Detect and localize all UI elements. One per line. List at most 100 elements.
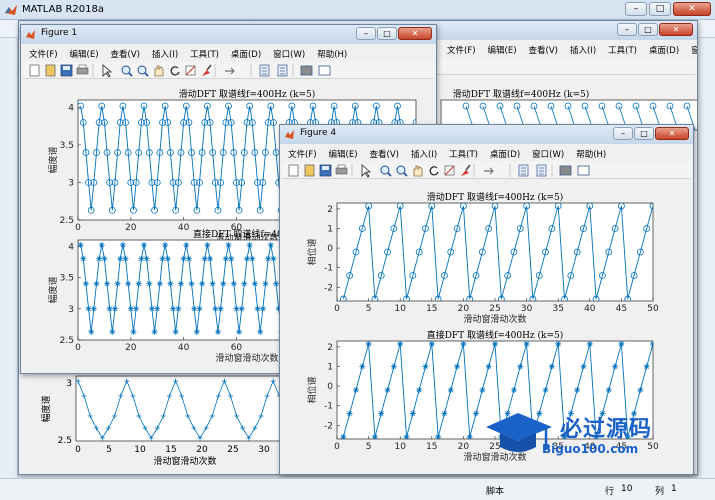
figure-4-plot-1-ylabel: 相位谱 (306, 238, 318, 265)
close-button[interactable]: ✕ (673, 2, 711, 16)
open-file-icon[interactable] (304, 164, 315, 177)
figure-1-plot-2-data-point (204, 242, 211, 248)
figure-1-plot-1-ylabel: 幅度谱 (47, 146, 59, 173)
link-icon[interactable] (484, 167, 494, 175)
pointer-icon[interactable] (102, 64, 113, 78)
figure-1-menu-item-7[interactable]: 帮助(H) (311, 46, 353, 61)
figure-4-menu-item-5[interactable]: 桌面(D) (484, 146, 526, 161)
figure-4-plot-2-ytick-label: -1 (324, 402, 333, 412)
figure-1-minimize-button[interactable]: – (356, 27, 376, 40)
watermark-text: 必过源码 (560, 417, 653, 442)
figure-1-menu-item-0[interactable]: 文件(F) (23, 46, 64, 61)
figure-1-plot-2-data-point (201, 255, 208, 262)
matlab-right-panel (698, 38, 715, 478)
background-xlabel: 滑动窗滑动次数 (153, 455, 216, 467)
background-xtick-label: 20 (196, 445, 208, 455)
insert-colorbar-icon[interactable] (518, 164, 529, 177)
background-figure-menu-item-2[interactable]: 查看(V) (523, 42, 564, 57)
rotate-icon[interactable] (170, 66, 180, 76)
figure-4-toolbar (282, 162, 691, 179)
figure-4-menu-item-3[interactable]: 插入(I) (405, 146, 443, 161)
figure-1-plot-2-data-point (90, 305, 97, 312)
figure-4-close-button[interactable]: ✕ (655, 127, 689, 140)
figure-1-plot-2-data-point (164, 255, 171, 262)
figure-4-menu-bar: 文件(F) 编辑(E) 查看(V) 插入(I) 工具(T) 桌面(D) 窗口(W) 帮助(H) (282, 146, 691, 161)
figure-1-plot-2-data-point (249, 255, 256, 262)
new-file-icon[interactable] (29, 64, 40, 77)
pan-icon[interactable] (154, 65, 164, 77)
brush-icon[interactable] (461, 164, 471, 176)
matlab-desktop: MATLAB R2018a – □ ✕ – □ ✕ 文件(F) 编辑(E) 查看(V… (0, 0, 715, 500)
figure-4-menu-item-1[interactable]: 编辑(E) (323, 146, 364, 161)
figure-4-minimize-button[interactable]: – (613, 127, 633, 140)
maximize-button[interactable]: □ (649, 2, 671, 16)
pan-icon[interactable] (413, 165, 423, 177)
figure-4-plot-2-xtick-label: 5 (366, 442, 372, 452)
figure-1-menu-item-2[interactable]: 查看(V) (105, 46, 146, 61)
background-xtick-label: 30 (258, 445, 270, 455)
hide-tools-icon[interactable] (559, 165, 572, 176)
figure-1-plot-2-data-point (185, 255, 192, 262)
figure-4-plot-1-ytick-label: 0 (327, 244, 333, 254)
insert-legend-icon[interactable] (277, 64, 288, 77)
background-figure-menu-item-6[interactable]: 窗口(W) (685, 42, 697, 57)
figure-1-plot-2-data-point (199, 280, 206, 287)
figure-1-menu-item-3[interactable]: 插入(I) (146, 46, 184, 61)
figure-4-menu-item-6[interactable]: 窗口(W) (526, 146, 570, 161)
bg-figure-maximize-button[interactable]: □ (638, 23, 658, 36)
background-figure-menu-item-1[interactable]: 编辑(E) (482, 42, 523, 57)
rotate-icon[interactable] (429, 166, 439, 176)
figure-1-plot-2-data-point (98, 242, 105, 248)
background-figure-menu-item-0[interactable]: 文件(F) (441, 42, 482, 57)
figure-1-plot-2-data-point (156, 280, 163, 287)
figure-1-plot-2-ytick-label: 3 (68, 305, 74, 315)
background-figure-menu-item-4[interactable]: 工具(T) (602, 42, 643, 57)
zoom-in-icon[interactable] (380, 165, 392, 177)
show-tools-icon[interactable] (577, 165, 590, 176)
print-icon[interactable] (76, 64, 89, 75)
figure-1-menu-item-1[interactable]: 编辑(E) (64, 46, 105, 61)
zoom-out-icon[interactable] (137, 65, 149, 77)
zoom-in-icon[interactable] (121, 65, 133, 77)
figure-4-plot-1-xtick-label: 0 (334, 304, 340, 314)
figure-4-menu-item-7[interactable]: 帮助(H) (570, 146, 612, 161)
brush-icon[interactable] (202, 64, 212, 76)
figure-1-plot-2-data-point (175, 305, 182, 312)
save-icon[interactable] (60, 64, 73, 77)
background-figure-menu-item-3[interactable]: 插入(I) (564, 42, 602, 57)
background-bottom-plot: 32.5幅度谱05101520253035滑动窗滑动次数 (40, 375, 301, 467)
pointer-icon[interactable] (361, 164, 372, 178)
background-figure-menu-item-5[interactable]: 桌面(D) (643, 42, 685, 57)
insert-legend-icon[interactable] (536, 164, 547, 177)
figure-4-menu-item-4[interactable]: 工具(T) (443, 146, 484, 161)
figure-4-maximize-button[interactable]: □ (634, 127, 654, 140)
figure-4-menu-item-2[interactable]: 查看(V) (364, 146, 405, 161)
data-cursor-icon[interactable] (185, 65, 196, 76)
figure-1-plot-2-data-point (270, 255, 277, 262)
figure-1-menu-item-6[interactable]: 窗口(W) (267, 46, 311, 61)
figure-1-plot-2-ylabel: 幅度谱 (47, 276, 59, 303)
bg-figure-minimize-button[interactable]: – (617, 23, 637, 36)
figure-1-menu-item-5[interactable]: 桌面(D) (225, 46, 267, 61)
figure-4-menu-item-0[interactable]: 文件(F) (282, 146, 323, 161)
hide-tools-icon[interactable] (300, 65, 313, 76)
save-icon[interactable] (319, 164, 332, 177)
figure-1-plot-2-data-point (191, 305, 198, 312)
minimize-button[interactable]: – (625, 2, 647, 16)
figure-1-plot-2-ytick-label: 2.5 (60, 336, 74, 346)
open-file-icon[interactable] (45, 64, 56, 77)
link-icon[interactable] (225, 67, 235, 75)
figure-1-close-button[interactable]: ✕ (398, 27, 432, 40)
print-icon[interactable] (335, 164, 348, 175)
figure-1-maximize-button[interactable]: □ (377, 27, 397, 40)
bg-figure-close-button[interactable]: ✕ (659, 23, 693, 36)
figure-1-plot-2-data-point (80, 255, 87, 262)
figure-1-menu-item-4[interactable]: 工具(T) (184, 46, 225, 61)
data-cursor-icon[interactable] (444, 165, 455, 176)
new-file-icon[interactable] (288, 164, 299, 177)
insert-colorbar-icon[interactable] (259, 64, 270, 77)
show-tools-icon[interactable] (318, 65, 331, 76)
zoom-out-icon[interactable] (396, 165, 408, 177)
status-col-label: 列 (655, 487, 665, 497)
figure-4-plot-1-xtick-label: 15 (426, 304, 437, 314)
